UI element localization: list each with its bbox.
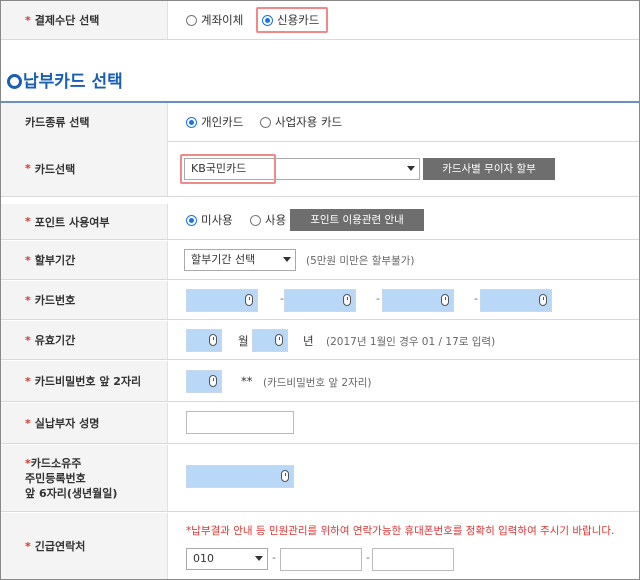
card-number-input-4[interactable] <box>480 289 552 312</box>
mouse-icon <box>209 334 217 346</box>
radio-points-unused[interactable] <box>186 215 197 226</box>
installment-hint: (5만원 미만은 할부불가) <box>306 255 415 267</box>
payer-name-input[interactable] <box>186 411 294 434</box>
chevron-down-icon <box>255 556 263 561</box>
chevron-down-icon <box>283 257 291 262</box>
installment-select[interactable]: 할부기간 선택 <box>184 249 296 271</box>
payment-method-row: * 결제수단 선택 계좌이체 신용카드 <box>1 1 639 40</box>
chevron-down-icon <box>407 166 415 171</box>
emergency-contact-row: * 긴급연락처 *납부결과 안내 등 민원관리를 위하여 연락가능한 휴대폰번호… <box>1 513 639 579</box>
emergency-contact-label: * 긴급연락처 <box>1 513 168 579</box>
card-number-input-1[interactable] <box>186 289 258 312</box>
card-number-row: * 카드번호 - - - <box>1 281 639 320</box>
payer-name-row: * 실납부자 성명 <box>1 403 639 444</box>
radio-bank-transfer[interactable] <box>186 15 197 26</box>
expiry-label: * 유효기간 <box>1 321 168 359</box>
radio-credit-card-label[interactable]: 신용카드 <box>277 12 319 28</box>
radio-points-used-label[interactable]: 사용 <box>265 212 286 228</box>
card-type-label: 카드종류 선택 <box>1 103 168 141</box>
expiry-row: * 유효기간 월 년 (2017년 1월인 경우 01 / 17로 입력) <box>1 321 639 360</box>
mouse-icon <box>441 294 449 306</box>
card-password-label: * 카드비밀번호 앞 2자리 <box>1 361 168 401</box>
expiry-hint: (2017년 1월인 경우 01 / 17로 입력) <box>326 336 496 348</box>
phone-prefix-select[interactable]: 010 <box>186 548 268 570</box>
expiry-month-input[interactable] <box>186 329 222 352</box>
radio-points-unused-label[interactable]: 미사용 <box>201 212 233 228</box>
mouse-icon <box>275 334 283 346</box>
selected-card-highlight <box>180 154 276 184</box>
installment-label: * 할부기간 <box>1 241 168 279</box>
radio-business-card-label[interactable]: 사업자용 카드 <box>275 114 342 130</box>
phone-middle-input[interactable] <box>280 548 362 571</box>
card-password-row: * 카드비밀번호 앞 2자리 ** (카드비밀번호 앞 2자리) <box>1 361 639 402</box>
mouse-icon <box>539 294 547 306</box>
radio-bank-transfer-label[interactable]: 계좌이체 <box>201 12 243 28</box>
owner-id-input[interactable] <box>186 465 294 488</box>
card-number-input-2[interactable] <box>284 289 356 312</box>
password-mask: ** <box>241 374 253 388</box>
payer-name-label: * 실납부자 성명 <box>1 403 168 443</box>
radio-personal-card[interactable] <box>186 117 197 128</box>
card-type-row: 카드종류 선택 개인카드 사업자용 카드 <box>1 101 639 142</box>
owner-id-label: *카드소유주 주민등록번호 앞 6자리(생년월일) <box>1 445 168 511</box>
mouse-icon <box>245 294 253 306</box>
card-password-hint: (카드비밀번호 앞 2자리) <box>263 377 372 389</box>
emergency-contact-notice: *납부결과 안내 등 민원관리를 위하여 연락가능한 휴대폰번호를 정확히 입력… <box>186 525 615 537</box>
owner-id-row: *카드소유주 주민등록번호 앞 6자리(생년월일) <box>1 445 639 512</box>
radio-personal-card-label[interactable]: 개인카드 <box>201 114 243 130</box>
payment-method-label: * 결제수단 선택 <box>1 1 168 39</box>
interest-free-button[interactable]: 카드사별 무이자 할부 <box>423 158 555 180</box>
mouse-icon <box>343 294 351 306</box>
month-unit: 월 <box>238 334 249 348</box>
expiry-year-input[interactable] <box>252 329 288 352</box>
points-label: * 포인트 사용여부 <box>1 204 168 239</box>
payment-form: * 결제수단 선택 계좌이체 신용카드 납부카드 선택 카드종류 선택 개인카드… <box>0 0 640 580</box>
points-guide-button[interactable]: 포인트 이용관련 안내 <box>290 209 424 231</box>
mouse-icon <box>281 470 289 482</box>
section-title: 납부카드 선택 <box>23 72 123 92</box>
card-select-row: * 카드선택 KB국민카드 카드사별 무이자 할부 <box>1 141 639 197</box>
points-row: * 포인트 사용여부 미사용 사용 포인트 이용관련 안내 <box>1 204 639 240</box>
radio-points-used[interactable] <box>250 215 261 226</box>
section-bullet-icon <box>7 74 22 89</box>
installment-row: * 할부기간 할부기간 선택 (5만원 미만은 할부불가) <box>1 241 639 280</box>
mouse-icon <box>209 375 217 387</box>
card-number-input-3[interactable] <box>382 289 454 312</box>
radio-credit-card[interactable] <box>262 15 273 26</box>
card-number-label: * 카드번호 <box>1 281 168 319</box>
card-password-input[interactable] <box>186 370 222 393</box>
year-unit: 년 <box>303 334 314 348</box>
radio-business-card[interactable] <box>260 117 271 128</box>
phone-last-input[interactable] <box>372 548 454 571</box>
card-select-label: * 카드선택 <box>1 141 168 196</box>
